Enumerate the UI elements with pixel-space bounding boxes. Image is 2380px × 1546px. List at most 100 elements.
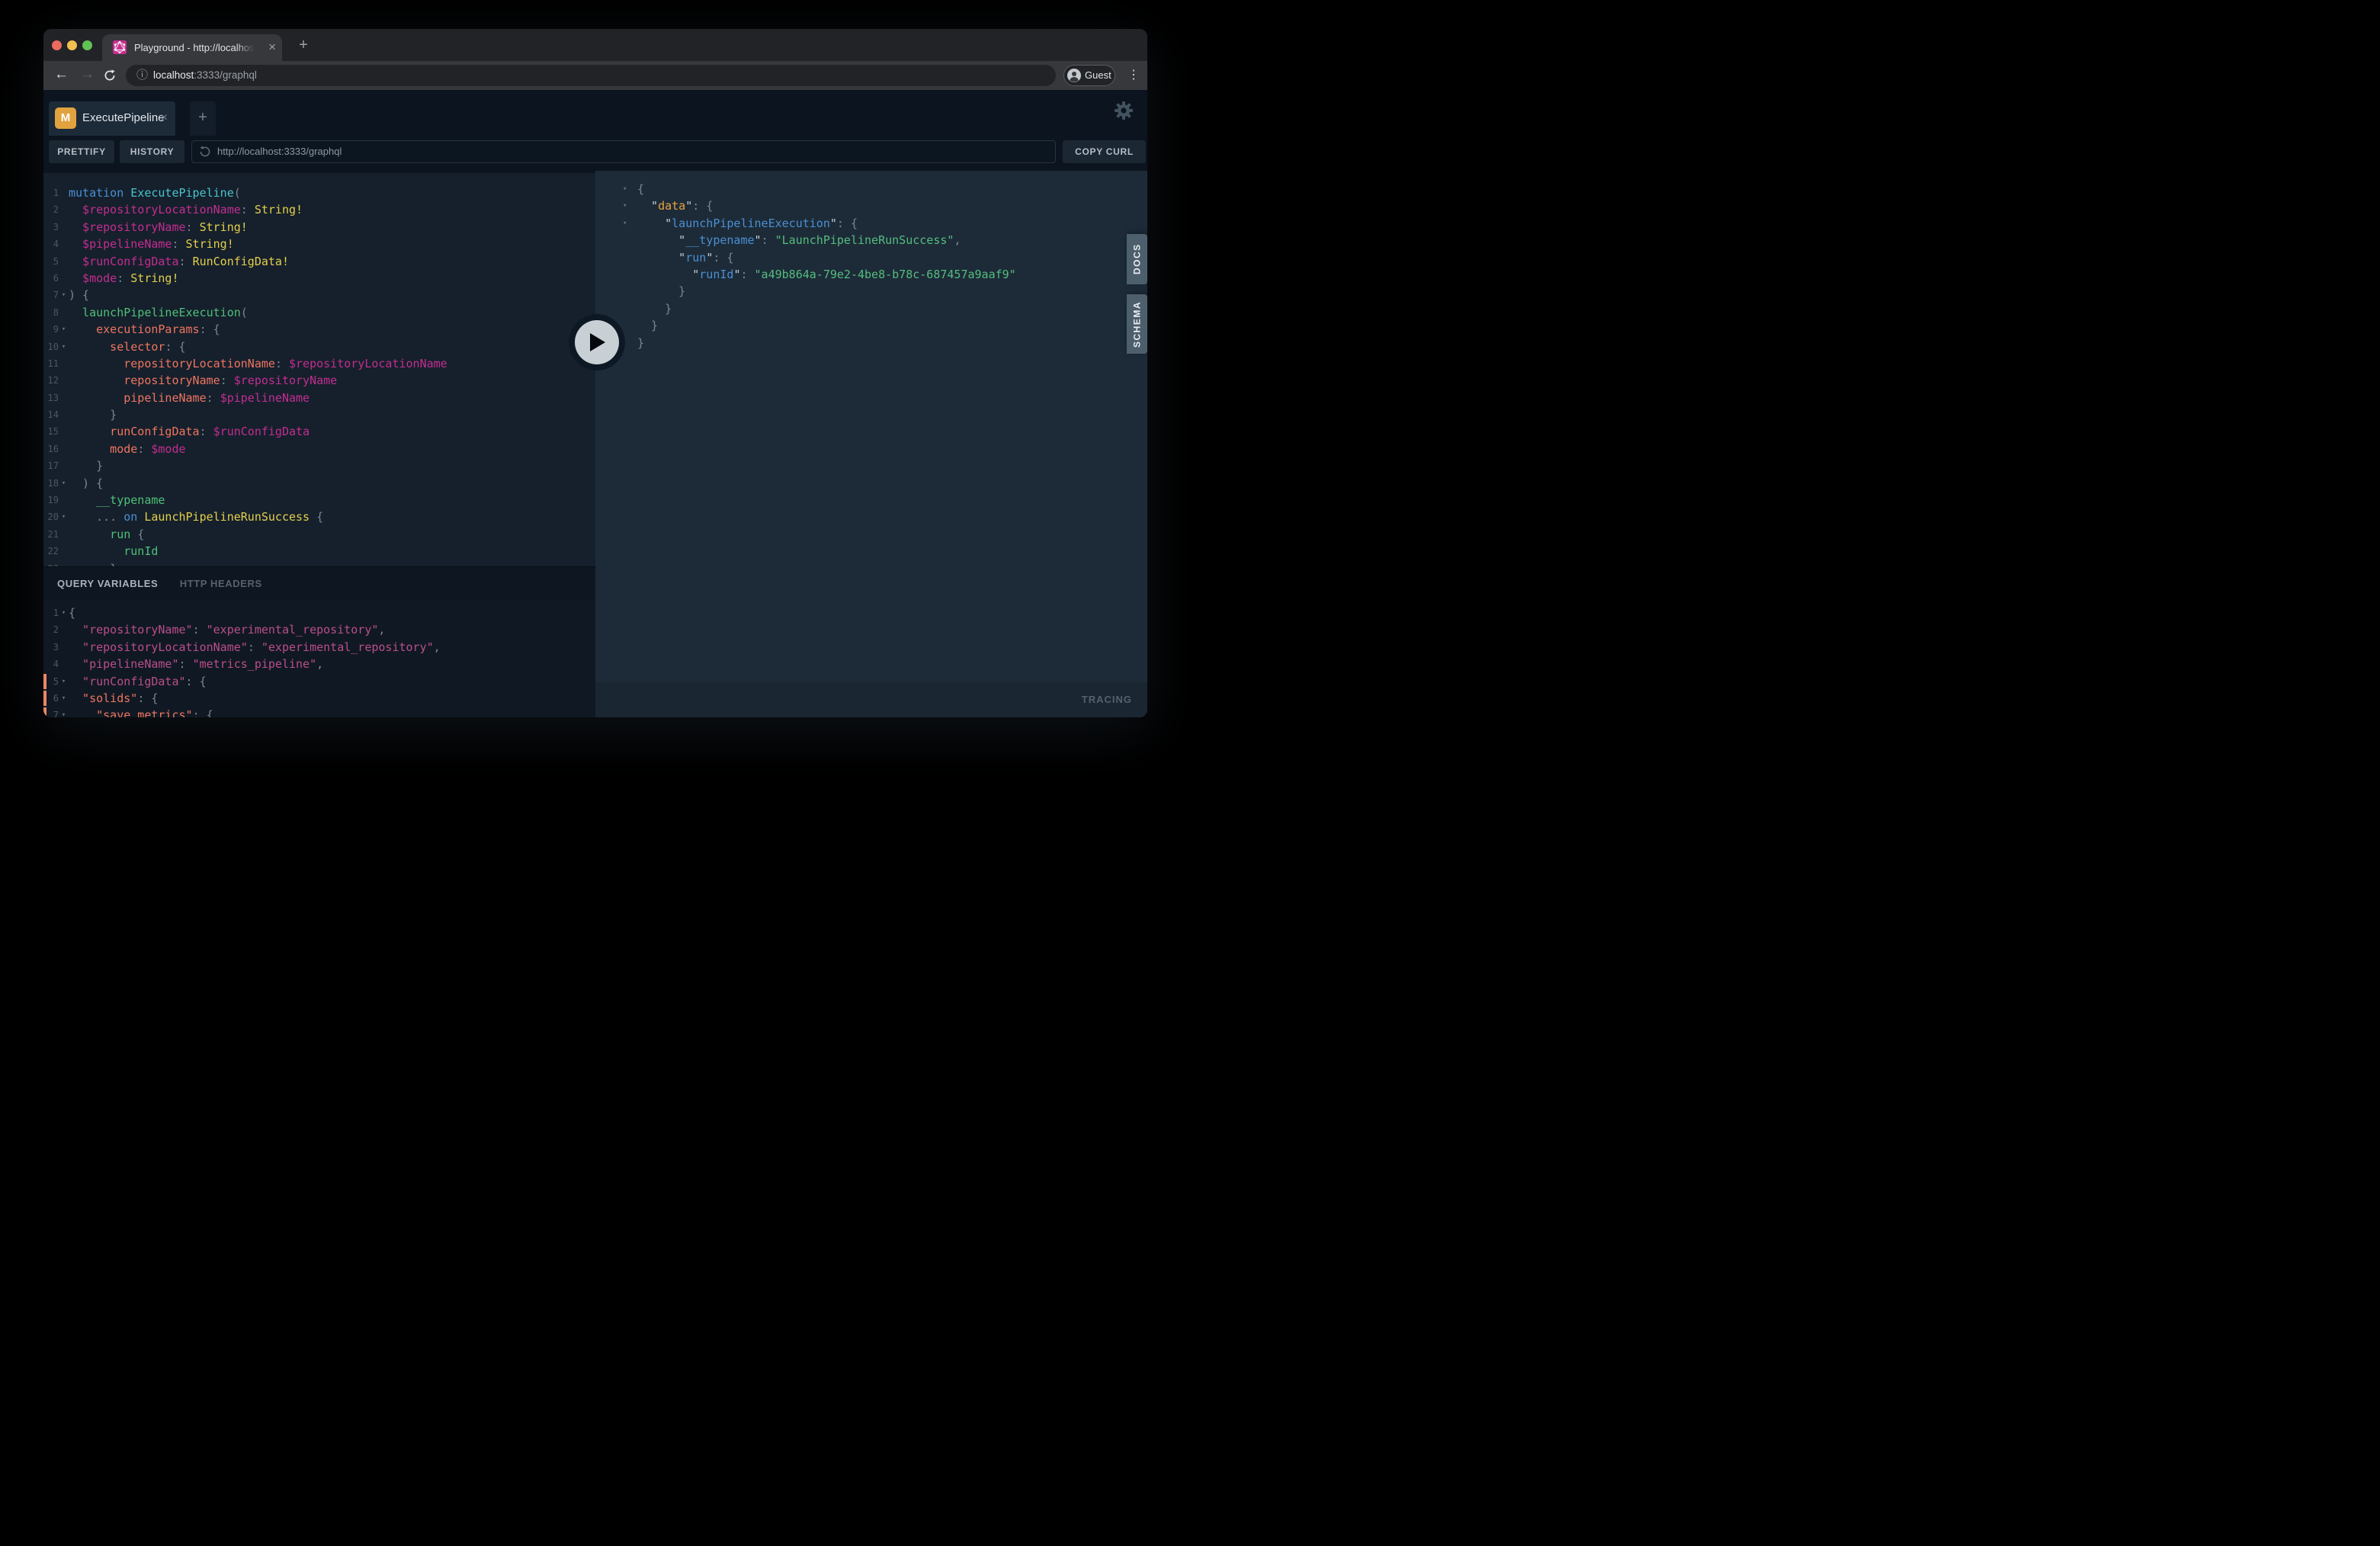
profile-button[interactable]: Guest <box>1063 65 1115 86</box>
browser-menu-icon[interactable]: ⋮ <box>1126 61 1141 90</box>
window-close-button[interactable] <box>52 40 62 50</box>
tab-close-icon[interactable]: × <box>268 34 276 61</box>
result-line[interactable]: ▾ "launchPipelineExecution": { <box>595 215 1147 232</box>
site-info-icon[interactable]: ⓘ <box>136 65 148 86</box>
code-text: "save_metrics": { <box>69 707 213 717</box>
tab-http-headers[interactable]: HTTP HEADERS <box>180 567 262 600</box>
forward-button-icon[interactable]: → <box>80 61 95 90</box>
editor-line[interactable]: 7▾) { <box>43 287 595 303</box>
editor-line[interactable]: 4 $pipelineName: String! <box>43 236 595 252</box>
editor-line[interactable]: 3 $repositoryName: String! <box>43 219 595 236</box>
schema-side-tab[interactable]: SCHEMA <box>1127 294 1147 354</box>
editor-line[interactable]: 1mutation ExecutePipeline( <box>43 184 595 201</box>
session-close-icon[interactable]: × <box>161 101 168 136</box>
playground-toolbar: PRETTIFY HISTORY http://localhost:3333/g… <box>43 136 1147 168</box>
code-text: "run": { <box>637 249 733 266</box>
editor-line[interactable]: 22 runId <box>43 543 595 560</box>
result-line[interactable]: } <box>595 335 1147 351</box>
window-zoom-button[interactable] <box>82 40 92 50</box>
tracing-toggle[interactable]: TRACING <box>1082 682 1132 717</box>
variables-line[interactable]: 6▾ "solids": { <box>43 690 595 707</box>
new-tab-button[interactable]: + <box>292 36 315 56</box>
variables-line[interactable]: 1▾{ <box>43 605 595 621</box>
result-line[interactable]: } <box>595 283 1147 300</box>
editor-line[interactable]: 11 repositoryLocationName: $repositoryLo… <box>43 355 595 372</box>
fold-arrow-icon[interactable]: ▾ <box>623 197 637 214</box>
copy-curl-button[interactable]: COPY CURL <box>1063 140 1146 163</box>
docs-side-tab[interactable]: DOCS <box>1127 234 1147 284</box>
variables-line[interactable]: 2 "repositoryName": "experimental_reposi… <box>43 621 595 638</box>
editor-line[interactable]: 6 $mode: String! <box>43 270 595 287</box>
result-line[interactable]: "__typename": "LaunchPipelineRunSuccess"… <box>595 232 1147 249</box>
fold-arrow-icon[interactable]: ▾ <box>59 690 69 707</box>
endpoint-input[interactable]: http://localhost:3333/graphql <box>191 140 1056 163</box>
editor-line[interactable]: 18▾ ) { <box>43 475 595 492</box>
avatar-icon <box>1067 69 1081 82</box>
result-line[interactable]: } <box>595 317 1147 334</box>
editor-line[interactable]: 20▾ ... on LaunchPipelineRunSuccess { <box>43 508 595 525</box>
editor-line[interactable]: 5 $runConfigData: RunConfigData! <box>43 253 595 270</box>
fold-arrow-icon[interactable]: ▾ <box>59 287 69 303</box>
fold-arrow-icon[interactable]: ▾ <box>59 338 69 355</box>
editor-line[interactable]: 2 $repositoryLocationName: String! <box>43 201 595 218</box>
code-text: __typename <box>69 492 165 508</box>
back-button-icon[interactable]: ← <box>54 61 69 90</box>
editor-line[interactable]: 10▾ selector: { <box>43 338 595 355</box>
new-session-button[interactable]: + <box>190 101 216 136</box>
editor-line[interactable]: 13 pipelineName: $pipelineName <box>43 390 595 406</box>
browser-tab[interactable]: Playground - http://localhost:3 × <box>102 34 282 61</box>
fold-arrow-icon[interactable]: ▾ <box>623 181 637 197</box>
fold-arrow-icon[interactable]: ▾ <box>59 707 69 717</box>
editor-line[interactable]: 8 launchPipelineExecution( <box>43 304 595 321</box>
fold-arrow-icon[interactable]: ▾ <box>59 321 69 338</box>
result-line[interactable]: ▾ "data": { <box>595 197 1147 214</box>
address-bar[interactable]: ⓘ localhost:3333/graphql <box>126 65 1056 86</box>
window-minimize-button[interactable] <box>67 40 77 50</box>
fold-arrow-icon[interactable]: ▾ <box>59 605 69 621</box>
editor-line[interactable]: 19 __typename <box>43 492 595 508</box>
editor-line[interactable]: 16 mode: $mode <box>43 441 595 457</box>
code-text: repositoryLocationName: $repositoryLocat… <box>69 355 447 372</box>
editor-line[interactable]: 23 } <box>43 560 595 566</box>
code-text: run { <box>69 526 144 543</box>
code-text: "data": { <box>637 197 713 214</box>
prettify-button[interactable]: PRETTIFY <box>49 140 114 163</box>
session-tab-executepipeline[interactable]: M ExecutePipeline × <box>49 101 175 136</box>
editor-line[interactable]: 12 repositoryName: $repositoryName <box>43 372 595 389</box>
execute-query-button[interactable] <box>569 314 625 370</box>
editor-line[interactable]: 17 } <box>43 457 595 474</box>
variables-line[interactable]: 7▾ "save_metrics": { <box>43 707 595 717</box>
query-variables-editor[interactable]: 1▾{2 "repositoryName": "experimental_rep… <box>43 599 595 717</box>
fold-arrow-icon[interactable]: ▾ <box>59 475 69 492</box>
line-number: 6 <box>45 270 59 287</box>
code-text: "runId": "a49b864a-79e2-4be8-b78c-687457… <box>637 266 1016 283</box>
result-line[interactable]: "runId": "a49b864a-79e2-4be8-b78c-687457… <box>595 266 1147 283</box>
fold-arrow-icon[interactable]: ▾ <box>623 215 637 232</box>
code-text: pipelineName: $pipelineName <box>69 390 310 406</box>
settings-gear-icon[interactable] <box>1113 100 1134 121</box>
fold-arrow-icon[interactable]: ▾ <box>59 673 69 690</box>
reload-button-icon[interactable] <box>103 69 117 82</box>
editor-line[interactable]: 14 } <box>43 406 595 423</box>
code-text: } <box>637 300 672 317</box>
code-text: "solids": { <box>69 690 158 707</box>
line-number: 7 <box>45 707 59 717</box>
query-editor[interactable]: 1mutation ExecutePipeline(2 $repositoryL… <box>43 173 595 566</box>
variables-line[interactable]: 3 "repositoryLocationName": "experimenta… <box>43 639 595 656</box>
response-viewer[interactable]: ▾{▾ "data": {▾ "launchPipelineExecution"… <box>595 171 1147 717</box>
url-text: localhost:3333/graphql <box>153 65 257 86</box>
history-button[interactable]: HISTORY <box>120 140 184 163</box>
endpoint-reload-icon[interactable] <box>199 146 211 158</box>
variables-line[interactable]: 5▾ "runConfigData": { <box>43 673 595 690</box>
graphql-favicon-icon <box>113 40 127 54</box>
editor-line[interactable]: 9▾ executionParams: { <box>43 321 595 338</box>
editor-line[interactable]: 21 run { <box>43 526 595 543</box>
fold-arrow-icon[interactable]: ▾ <box>59 508 69 525</box>
variables-line[interactable]: 4 "pipelineName": "metrics_pipeline", <box>43 656 595 672</box>
editor-line[interactable]: 15 runConfigData: $runConfigData <box>43 423 595 440</box>
line-number: 2 <box>45 621 59 638</box>
result-line[interactable]: } <box>595 300 1147 317</box>
tab-query-variables[interactable]: QUERY VARIABLES <box>57 567 158 600</box>
result-line[interactable]: "run": { <box>595 249 1147 266</box>
result-line[interactable]: ▾{ <box>595 181 1147 197</box>
